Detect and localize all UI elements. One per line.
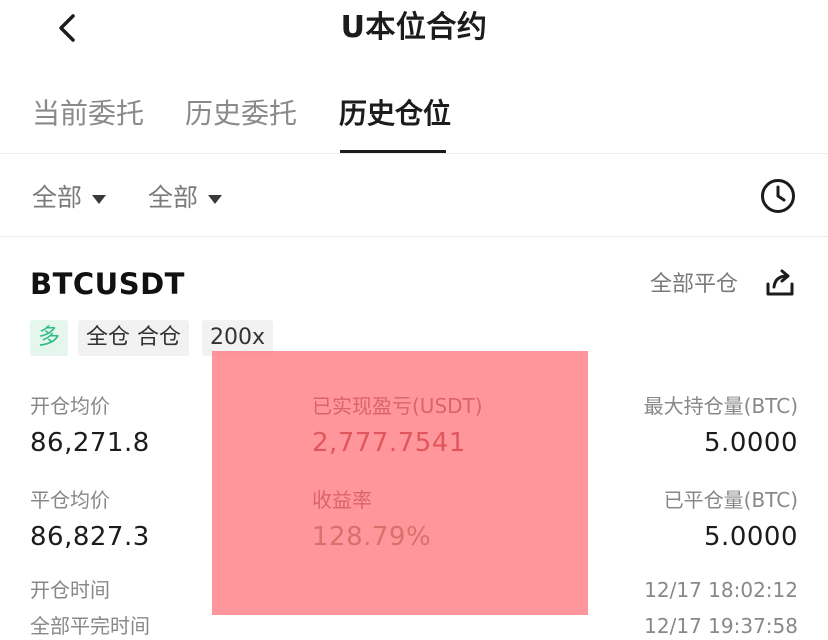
full-close-time-label: 全部平完时间 xyxy=(30,614,150,638)
tab-order-history[interactable]: 历史委托 xyxy=(185,96,297,132)
max-position-label: 最大持仓量(BTC) xyxy=(643,394,798,418)
page-title: U本位合约 xyxy=(340,10,488,45)
filter-dropdown-2[interactable]: 全部 xyxy=(148,182,223,214)
side-badge: 多 xyxy=(30,320,69,356)
close-avg-price-value: 86,827.3 xyxy=(30,522,150,552)
closed-qty-value: 5.0000 xyxy=(704,522,798,552)
open-time-value: 12/17 18:02:12 xyxy=(644,578,798,602)
share-icon xyxy=(766,269,794,296)
realized-pnl-value: 2,777.7541 xyxy=(312,428,466,458)
redaction-overlay xyxy=(212,351,588,615)
roi-label: 收益率 xyxy=(312,488,372,512)
leverage-badge: 200x xyxy=(202,320,274,356)
filters-divider xyxy=(0,236,828,237)
filter-dropdown-1[interactable]: 全部 xyxy=(32,182,107,214)
max-position-value: 5.0000 xyxy=(704,428,798,458)
open-avg-price-label: 开仓均价 xyxy=(30,394,110,418)
roi-value: 128.79% xyxy=(312,522,432,552)
caret-down-icon xyxy=(208,194,223,204)
clock-icon xyxy=(761,179,795,213)
tab-position-history[interactable]: 历史仓位 xyxy=(339,96,451,132)
close-avg-price-label: 平仓均价 xyxy=(30,488,110,512)
margin-mode-badge: 全仓 合仓 xyxy=(78,320,189,356)
position-symbol: BTCUSDT xyxy=(30,267,185,301)
filter-label: 全部 xyxy=(148,183,199,212)
open-time-label: 开仓时间 xyxy=(30,578,110,602)
realized-pnl-label: 已实现盈亏(USDT) xyxy=(312,394,483,418)
open-avg-price-value: 86,271.8 xyxy=(30,428,150,458)
full-close-time-value: 12/17 19:37:58 xyxy=(644,614,798,638)
tab-current-orders[interactable]: 当前委托 xyxy=(32,96,144,132)
caret-down-icon xyxy=(92,194,107,204)
filter-label: 全部 xyxy=(32,183,83,212)
history-time-button[interactable] xyxy=(758,176,798,216)
share-button[interactable] xyxy=(762,266,798,302)
tabs-divider xyxy=(0,153,828,154)
close-all-button[interactable]: 全部平仓 xyxy=(650,270,738,300)
closed-qty-label: 已平仓量(BTC) xyxy=(663,488,798,512)
